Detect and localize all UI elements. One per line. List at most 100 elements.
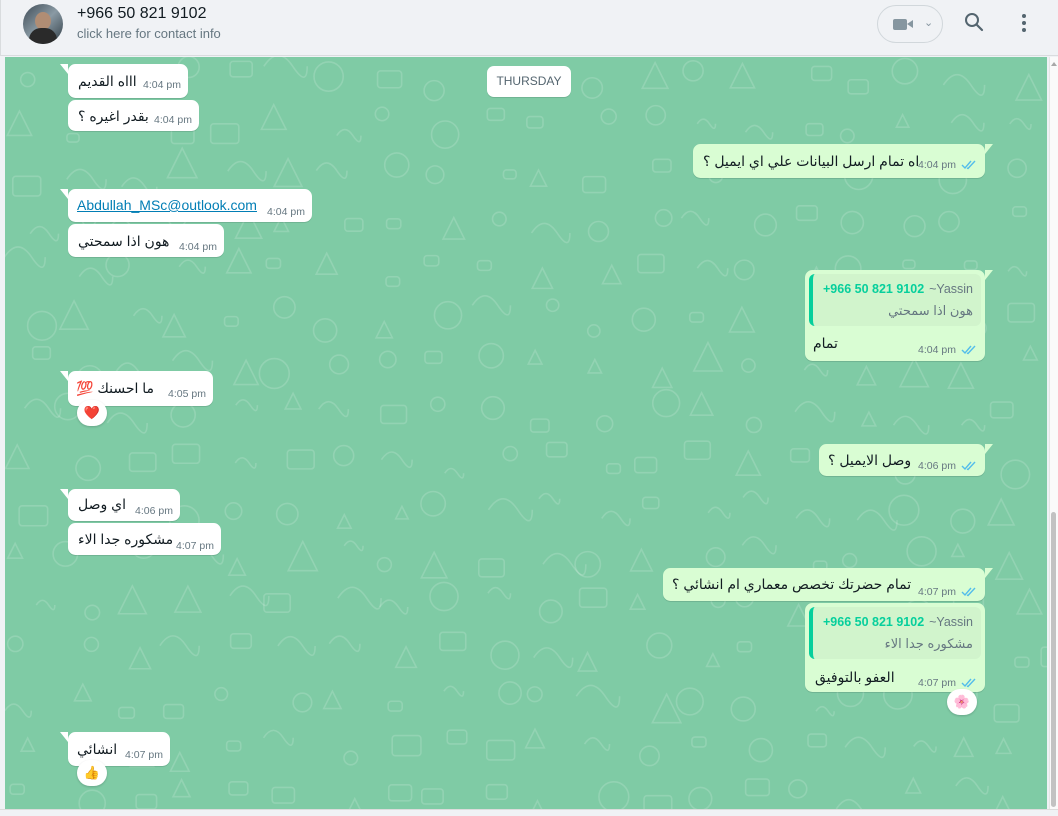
doodle-shape: [232, 358, 260, 386]
message-text: وصل الايميل ؟: [828, 452, 912, 468]
doodle-shape: [128, 645, 152, 670]
doodle-shape: [1000, 459, 1031, 490]
doodle-shape: [286, 449, 315, 470]
doodle-shape: [5, 443, 31, 470]
video-call-icon-lens: [907, 20, 913, 28]
doodle-shape: [478, 342, 505, 369]
doodle-shape: [583, 737, 611, 752]
contact-name[interactable]: +966 50 821 9102: [77, 5, 206, 23]
message-reaction[interactable]: 🌸: [947, 689, 977, 715]
doodle-shape: [491, 211, 507, 227]
quoted-message[interactable]: +966 50 821 9102 ~Yassin هون اذا سمحتي: [809, 274, 981, 326]
doodle-shape: [1011, 206, 1028, 218]
video-call-button[interactable]: ⌄: [877, 5, 943, 43]
doodle-shape: [336, 512, 353, 530]
doodle-shape: [258, 357, 291, 390]
quoted-message[interactable]: +966 50 821 9102 ~Yassin مشكوره جدا الاء: [809, 607, 981, 659]
doodle-shape: [646, 632, 673, 659]
doodle-shape: [955, 777, 989, 795]
doodle-shape: [600, 108, 617, 125]
doodle-shape: [960, 418, 986, 432]
doodle-shape: [530, 222, 571, 244]
doodle-shape: [529, 418, 550, 433]
doodle-shape: [420, 490, 447, 517]
search-icon[interactable]: [964, 12, 984, 32]
message-text: تمام: [813, 335, 838, 351]
chat-header[interactable]: +966 50 821 9102 click here for contact …: [0, 0, 1058, 56]
incoming-message[interactable]: هون اذا سمحتي 4:04 pm: [68, 224, 224, 257]
bubble-tail: [60, 371, 68, 381]
doodle-shape: [581, 76, 604, 100]
doodle-shape: [328, 354, 350, 375]
menu-icon[interactable]: [1014, 12, 1034, 34]
bubble-tail: [60, 489, 68, 499]
doodle-shape: [29, 225, 60, 242]
outgoing-message[interactable]: اه تمام ارسل البيانات علي اي ايميل ؟ 4:0…: [693, 144, 993, 178]
doodle-shape: [227, 556, 247, 577]
outgoing-message[interactable]: وصل الايميل ؟ 4:06 pm: [819, 444, 993, 476]
doodle-shape: [348, 796, 361, 809]
doodle-shape: [651, 388, 681, 418]
doodle-shape: [839, 128, 855, 144]
doodle-shape: [387, 700, 403, 712]
doodle-shape: [374, 319, 394, 339]
doodle-shape: [374, 106, 390, 122]
message-time: 4:07 pm: [918, 586, 956, 598]
doodle-shape: [66, 132, 80, 143]
avatar[interactable]: [23, 4, 63, 44]
doodle-shape: [795, 509, 831, 528]
doodle-shape: [538, 492, 561, 505]
doodle-shape: [313, 61, 345, 92]
quoted-sender-name: ~Yassin: [929, 282, 973, 296]
doodle-shape: [788, 779, 808, 799]
incoming-message[interactable]: بقدر اغيره ؟ 4:04 pm: [68, 100, 199, 131]
doodle-shape: [526, 115, 544, 129]
doodle-shape: [855, 364, 877, 386]
doodle-shape: [841, 552, 858, 569]
doodle-shape: [430, 120, 460, 149]
bubble-tail: [985, 144, 993, 154]
doodle-shape: [1014, 72, 1043, 101]
quoted-sender-number: +966 50 821 9102: [823, 282, 925, 296]
doodle-shape: [223, 315, 239, 327]
doodle-shape: [947, 361, 975, 390]
email-link[interactable]: Abdullah_MSc@outlook.com: [77, 197, 257, 213]
scroll-up-arrow-icon[interactable]: [1051, 62, 1057, 66]
incoming-message[interactable]: اي وصل 4:06 pm: [60, 489, 180, 521]
doodle-shape: [1022, 344, 1039, 361]
doodle-shape: [995, 794, 1010, 809]
doodle-shape: [741, 358, 756, 373]
outgoing-message[interactable]: تمام حضرتك تخصص معماري ام انشائي ؟ 4:07 …: [663, 568, 993, 601]
doodle-shape: [487, 498, 534, 522]
doodle-shape: [598, 780, 630, 809]
doodle-shape: [844, 736, 887, 759]
message-text: اي وصل: [78, 496, 126, 512]
scrollbar-thumb[interactable]: [1051, 512, 1056, 807]
incoming-message[interactable]: اااه القديم 4:04 pm: [60, 64, 188, 98]
incoming-message[interactable]: Abdullah_MSc@outlook.com 4:04 pm: [60, 189, 312, 222]
outgoing-reply-message[interactable]: +966 50 821 9102 ~Yassin مشكوره جدا الاء…: [805, 603, 985, 692]
outgoing-reply-message[interactable]: +966 50 821 9102 ~Yassin هون اذا سمحتي ت…: [805, 270, 993, 361]
quoted-sender-number: +966 50 821 9102: [823, 615, 925, 629]
doodle-shape: [680, 210, 710, 226]
doodle-shape: [524, 727, 546, 749]
doodle-shape: [214, 686, 229, 702]
doodle-shape: [485, 739, 516, 761]
doodle-shape: [446, 729, 468, 745]
doodle-shape: [84, 604, 101, 621]
message-reaction[interactable]: 👍: [77, 760, 107, 786]
doodle-shape: [265, 257, 282, 270]
doodle-shape: [31, 346, 52, 361]
doodle-shape: [742, 490, 769, 505]
message-reaction[interactable]: ❤️: [77, 400, 107, 426]
avatar-body-shape: [29, 28, 57, 44]
contact-info-hint[interactable]: click here for contact info: [77, 26, 221, 41]
doodle-shape: [162, 703, 185, 720]
doodle-shape: [161, 312, 187, 338]
doodle-shape: [283, 391, 303, 410]
message-text: اه تمام ارسل البيانات علي اي ايميل ؟: [703, 153, 920, 169]
bubble-tail: [60, 189, 68, 199]
doodle-shape: [228, 781, 249, 796]
doodle-shape: [637, 253, 665, 274]
incoming-message[interactable]: مشكوره جدا الاء 4:07 pm: [68, 523, 221, 555]
